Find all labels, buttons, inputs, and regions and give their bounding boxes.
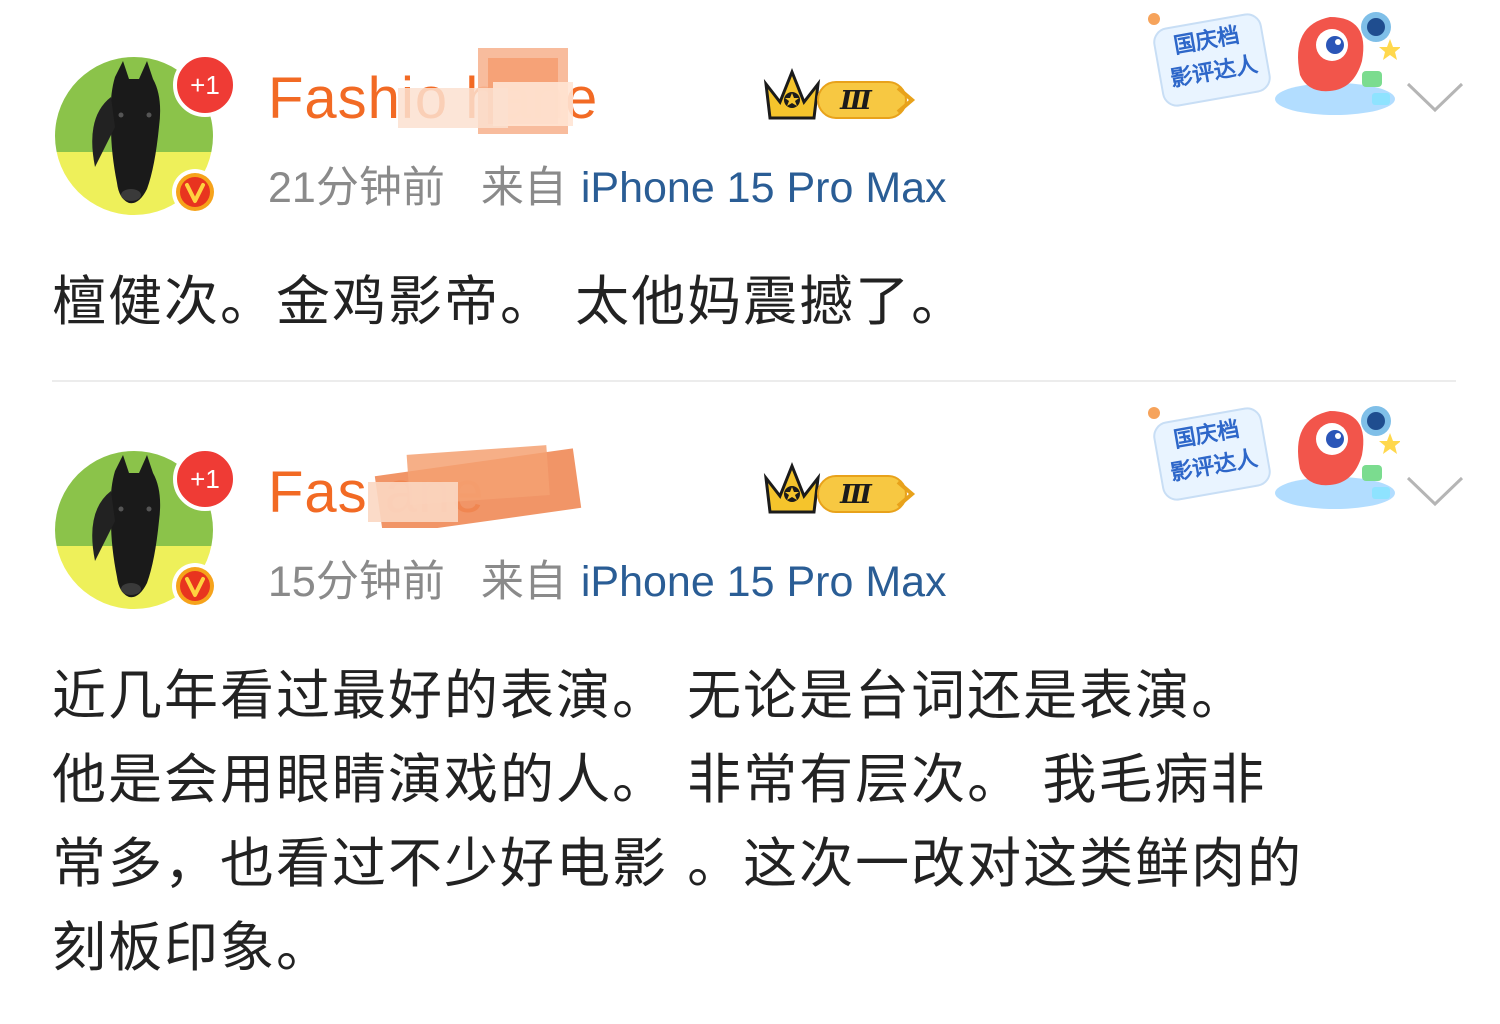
- event-badge-icon[interactable]: 国庆档 影评达人: [1140, 399, 1400, 514]
- user-avatar-group[interactable]: +1: [55, 53, 237, 222]
- new-posts-badge: +1: [173, 53, 237, 117]
- event-badge-icon[interactable]: 国庆档 影评达人: [1140, 5, 1400, 120]
- user-avatar-group[interactable]: +1: [55, 447, 237, 616]
- level-badge-text: Ⅲ: [839, 86, 873, 116]
- weibo-comment-2: +1 Fas ane Ⅲ 15分钟前来自iPhone 15 Pro Max 国庆…: [0, 394, 1500, 1024]
- post-meta: 15分钟前 来自 iPhone 15 Pro Max: [268, 554, 947, 610]
- weibo-comment-1: +1 Fashio hane Ⅲ 21分钟前来自iPhone 15 Pro Ma…: [0, 0, 1500, 382]
- post-meta: 21分钟前 来自 iPhone 15 Pro Max: [268, 160, 947, 216]
- comment-text: 近几年看过最好的表演。 无论是台词还是表演。 他是会用眼睛演戏的人。 非常有层次…: [52, 664, 1304, 979]
- username-redaction: [398, 48, 573, 134]
- source-prefix: 来自: [480, 557, 567, 607]
- verified-badge-icon: [172, 563, 218, 609]
- comment-text: 檀健次。金鸡影帝。 太他妈震撼了。: [52, 270, 968, 333]
- device-link[interactable]: iPhone 15 Pro Max: [581, 558, 947, 606]
- source-prefix: 来自: [480, 163, 567, 213]
- chevron-down-icon[interactable]: [1404, 76, 1466, 116]
- timestamp: 21分钟前: [268, 164, 445, 212]
- new-posts-badge: +1: [173, 447, 237, 511]
- chevron-down-icon[interactable]: [1404, 470, 1466, 510]
- device-link[interactable]: iPhone 15 Pro Max: [581, 164, 947, 212]
- post-divider: [52, 380, 1456, 382]
- crown-icon[interactable]: Ⅲ: [758, 458, 923, 522]
- verified-badge-icon: [172, 169, 218, 215]
- level-badge-text: Ⅲ: [839, 480, 873, 510]
- username-redaction: [368, 445, 582, 528]
- crown-icon[interactable]: Ⅲ: [758, 64, 923, 128]
- timestamp: 15分钟前: [268, 558, 445, 606]
